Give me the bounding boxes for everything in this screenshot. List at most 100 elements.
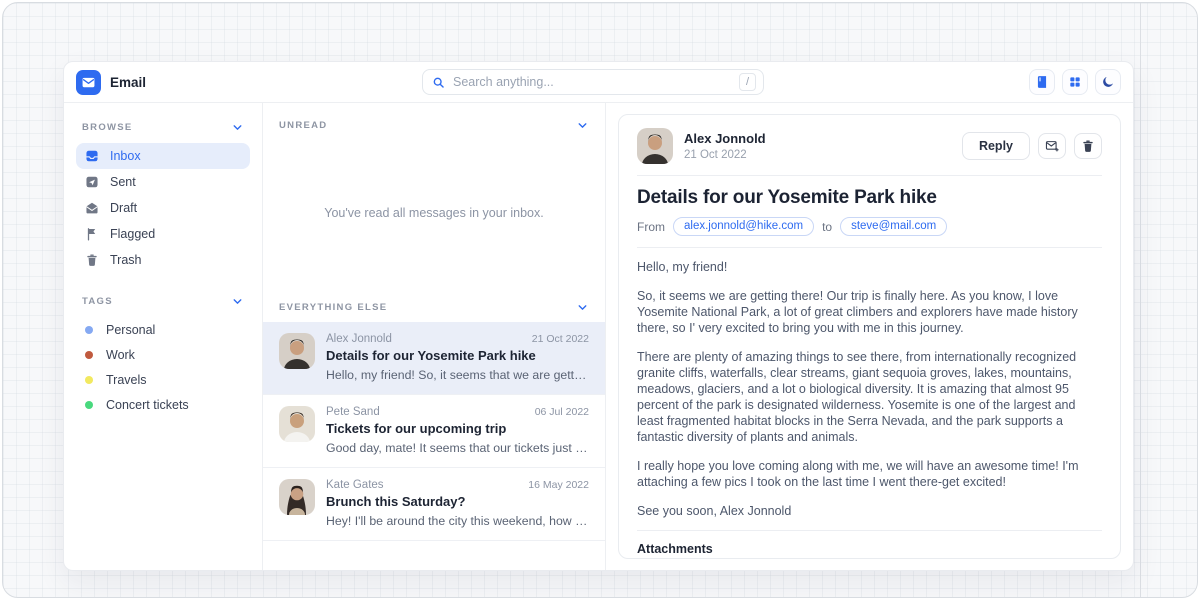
- body-paragraph: There are plenty of amazing things to se…: [637, 349, 1102, 445]
- tag-label: Work: [106, 348, 135, 362]
- delete-email-button[interactable]: [1074, 133, 1102, 159]
- page-background: Email /: [2, 2, 1198, 598]
- message-list-pane: UNREAD You've read all messages in your …: [263, 103, 606, 570]
- library-button[interactable]: [1029, 69, 1055, 95]
- from-label: From: [637, 220, 665, 234]
- sidebar-item-label: Sent: [110, 175, 136, 189]
- trash-icon: [1081, 139, 1095, 153]
- to-email-badge[interactable]: steve@mail.com: [840, 217, 947, 236]
- email-summary: Pete Sand 06 Jul 2022 Tickets for our up…: [326, 406, 589, 455]
- email-summary: Alex Jonnold 21 Oct 2022 Details for our…: [326, 333, 589, 382]
- email-sender: Pete Sand: [326, 406, 380, 418]
- from-email-badge[interactable]: alex.jonnold@hike.com: [673, 217, 814, 236]
- avatar: [279, 333, 315, 369]
- app-content: BROWSE Inbox Sent Draft Flagged: [64, 103, 1133, 570]
- unread-section-header: UNREAD: [263, 103, 605, 140]
- chevron-down-icon[interactable]: [576, 301, 589, 314]
- email-subject-line: Tickets for our upcoming trip: [326, 421, 589, 436]
- sent-icon: [85, 175, 99, 189]
- email-subject-line: Details for our Yosemite Park hike: [326, 348, 589, 363]
- everything-else-section-label: EVERYTHING ELSE: [279, 302, 387, 313]
- email-body: Hello, my friend! So, it seems we are ge…: [637, 259, 1102, 519]
- search-shortcut-badge: /: [739, 73, 756, 91]
- book-icon: [1035, 75, 1049, 89]
- email-preview: Good day, mate! It seems that our ticket…: [326, 441, 589, 455]
- email-list-item[interactable]: Pete Sand 06 Jul 2022 Tickets for our up…: [263, 394, 605, 467]
- sidebar-item-label: Inbox: [110, 149, 141, 163]
- unread-empty-message: You've read all messages in your inbox.: [263, 140, 605, 285]
- body-paragraph: I really hope you love coming along with…: [637, 458, 1102, 490]
- search-icon: [432, 76, 445, 89]
- tag-label: Travels: [106, 373, 147, 387]
- sent-date: 21 Oct 2022: [684, 149, 766, 161]
- app-header: Email /: [64, 62, 1133, 103]
- chevron-down-icon[interactable]: [231, 121, 244, 134]
- tag-color-dot: [85, 376, 93, 384]
- email-date: 06 Jul 2022: [535, 406, 589, 418]
- trash-icon: [85, 253, 99, 267]
- app-title: Email: [110, 75, 146, 90]
- sidebar-item-inbox[interactable]: Inbox: [76, 143, 250, 169]
- email-sender: Alex Jonnold: [326, 333, 392, 345]
- tag-item-personal[interactable]: Personal: [76, 317, 250, 342]
- reply-button[interactable]: Reply: [962, 132, 1030, 160]
- detail-header: Alex Jonnold 21 Oct 2022 Reply: [637, 128, 1102, 164]
- email-detail-card: Alex Jonnold 21 Oct 2022 Reply: [618, 114, 1121, 559]
- avatar: [279, 406, 315, 442]
- sidebar: BROWSE Inbox Sent Draft Flagged: [64, 103, 263, 570]
- body-paragraph: Hello, my friend!: [637, 259, 1102, 275]
- divider: [637, 530, 1102, 531]
- sidebar-item-flagged[interactable]: Flagged: [76, 221, 250, 247]
- forward-email-button[interactable]: [1038, 133, 1066, 159]
- tag-label: Concert tickets: [106, 398, 189, 412]
- detail-actions: Reply: [962, 132, 1102, 160]
- tag-label: Personal: [106, 323, 155, 337]
- attachments-label: Attachments: [637, 542, 1102, 556]
- tag-color-dot: [85, 326, 93, 334]
- email-preview: Hey! I'll be around the city this weeken…: [326, 514, 589, 528]
- inbox-icon: [85, 149, 99, 163]
- email-list-item[interactable]: Kate Gates 16 May 2022 Brunch this Satur…: [263, 467, 605, 541]
- email-app-window: Email /: [63, 61, 1134, 571]
- tag-item-concert-tickets[interactable]: Concert tickets: [76, 392, 250, 417]
- search-bar[interactable]: /: [422, 69, 764, 95]
- tag-item-work[interactable]: Work: [76, 342, 250, 367]
- sender-name: Alex Jonnold: [684, 131, 766, 146]
- email-subject: Details for our Yosemite Park hike: [637, 187, 1102, 209]
- tag-color-dot: [85, 351, 93, 359]
- chevron-down-icon[interactable]: [231, 295, 244, 308]
- divider: [637, 175, 1102, 176]
- email-date: 16 May 2022: [528, 479, 589, 491]
- avatar: [279, 479, 315, 515]
- sidebar-item-label: Flagged: [110, 227, 155, 241]
- sidebar-item-trash[interactable]: Trash: [76, 247, 250, 273]
- email-subject-line: Brunch this Saturday?: [326, 494, 589, 509]
- grid-icon: [1068, 75, 1082, 89]
- from-to-line: From alex.jonnold@hike.com to steve@mail…: [637, 217, 1102, 236]
- flag-icon: [85, 227, 99, 241]
- tags-section-header: TAGS: [76, 273, 250, 317]
- tags-section-label: TAGS: [82, 296, 113, 307]
- sidebar-item-draft[interactable]: Draft: [76, 195, 250, 221]
- to-label: to: [822, 220, 832, 234]
- chevron-down-icon[interactable]: [576, 119, 589, 132]
- email-date: 21 Oct 2022: [532, 333, 589, 345]
- search-input[interactable]: [453, 75, 731, 89]
- dark-mode-toggle[interactable]: [1095, 69, 1121, 95]
- brand: Email: [76, 70, 264, 95]
- sender-info: Alex Jonnold 21 Oct 2022: [684, 131, 766, 161]
- divider: [637, 247, 1102, 248]
- apps-grid-button[interactable]: [1062, 69, 1088, 95]
- everything-else-section-header: EVERYTHING ELSE: [263, 285, 605, 322]
- moon-icon: [1101, 75, 1115, 89]
- sidebar-item-label: Draft: [110, 201, 137, 215]
- email-preview: Hello, my friend! So, it seems that we a…: [326, 368, 589, 382]
- sidebar-item-sent[interactable]: Sent: [76, 169, 250, 195]
- header-actions: [1029, 69, 1121, 95]
- email-detail-pane: Alex Jonnold 21 Oct 2022 Reply: [606, 103, 1133, 570]
- background-vertical-rule: [1140, 3, 1141, 597]
- email-list-item-selected[interactable]: Alex Jonnold 21 Oct 2022 Details for our…: [263, 322, 605, 394]
- envelope-plus-icon: [1045, 139, 1059, 153]
- email-summary: Kate Gates 16 May 2022 Brunch this Satur…: [326, 479, 589, 528]
- tag-item-travels[interactable]: Travels: [76, 367, 250, 392]
